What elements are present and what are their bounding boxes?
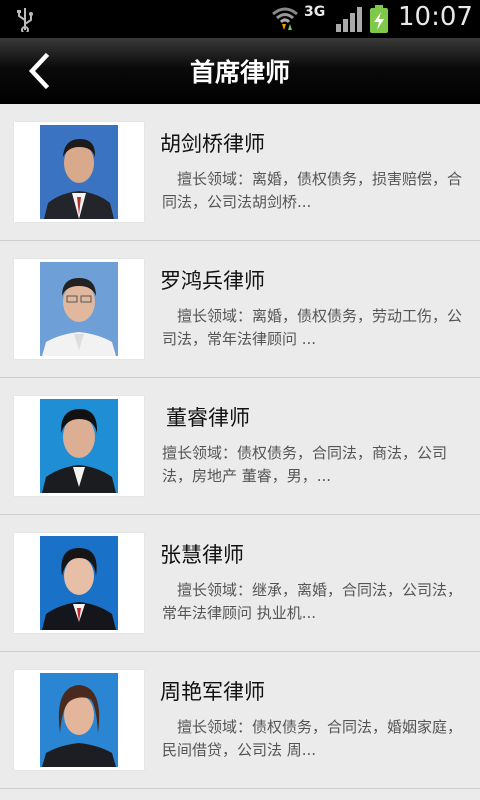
- page-title: 首席律师: [189, 58, 290, 87]
- lawyer-list-item[interactable]: 胡剑桥律师 擅长领域：离婚，债权债务，损害赔偿，合同法，公司法胡剑桥...: [0, 104, 480, 241]
- clock: 10:07: [398, 2, 473, 32]
- lawyer-description: 擅长领域：离婚，债权债务，劳动工伤，公司法，常年法律顾问 ...: [162, 307, 463, 348]
- lawyer-description: 擅长领域：继承，离婚，合同法，公司法，常年法律顾问 执业机...: [162, 581, 463, 622]
- network-type-label: 3G: [304, 4, 326, 20]
- usb-icon: [17, 8, 33, 32]
- status-bar: 3G 10:07: [0, 0, 480, 38]
- lawyer-photo: [14, 259, 144, 359]
- lawyer-photo: [14, 670, 144, 770]
- lawyer-name: 罗鸿兵律师: [160, 269, 265, 293]
- app-header: 首席律师: [0, 38, 480, 104]
- lawyer-description: 擅长领域：离婚，债权债务，损害赔偿，合同法，公司法胡剑桥...: [162, 170, 463, 211]
- lawyer-list-item[interactable]: 张慧律师 擅长领域：继承，离婚，合同法，公司法，常年法律顾问 执业机...: [0, 515, 480, 652]
- lawyer-name: 周艳军律师: [160, 680, 265, 704]
- lawyer-photo: [14, 533, 144, 633]
- lawyer-name: 胡剑桥律师: [160, 132, 265, 156]
- lawyer-photo: [14, 396, 144, 496]
- lawyer-description: 擅长领域：债权债务，合同法，婚姻家庭，民间借贷，公司法 周...: [162, 718, 463, 759]
- wifi-icon: [272, 7, 298, 30]
- lawyer-list-item[interactable]: 罗鸿兵律师 擅长领域：离婚，债权债务，劳动工伤，公司法，常年法律顾问 ...: [0, 241, 480, 378]
- lawyer-description: 擅长领域：债权债务，合同法，商法，公司法，房地产 董睿，男，...: [162, 444, 448, 485]
- lawyer-photo: [14, 122, 144, 222]
- lawyer-list: 胡剑桥律师 擅长领域：离婚，债权债务，损害赔偿，合同法，公司法胡剑桥... 罗鸿…: [0, 104, 480, 789]
- lawyer-list-item[interactable]: 董睿律师 擅长领域：债权债务，合同法，商法，公司法，房地产 董睿，男，...: [0, 378, 480, 515]
- signal-icon: [336, 7, 362, 32]
- battery-charging-icon: [370, 5, 388, 33]
- lawyer-name: 张慧律师: [160, 543, 244, 567]
- lawyer-name: 董睿律师: [166, 406, 250, 430]
- lawyer-list-item[interactable]: 周艳军律师 擅长领域：债权债务，合同法，婚姻家庭，民间借贷，公司法 周...: [0, 652, 480, 789]
